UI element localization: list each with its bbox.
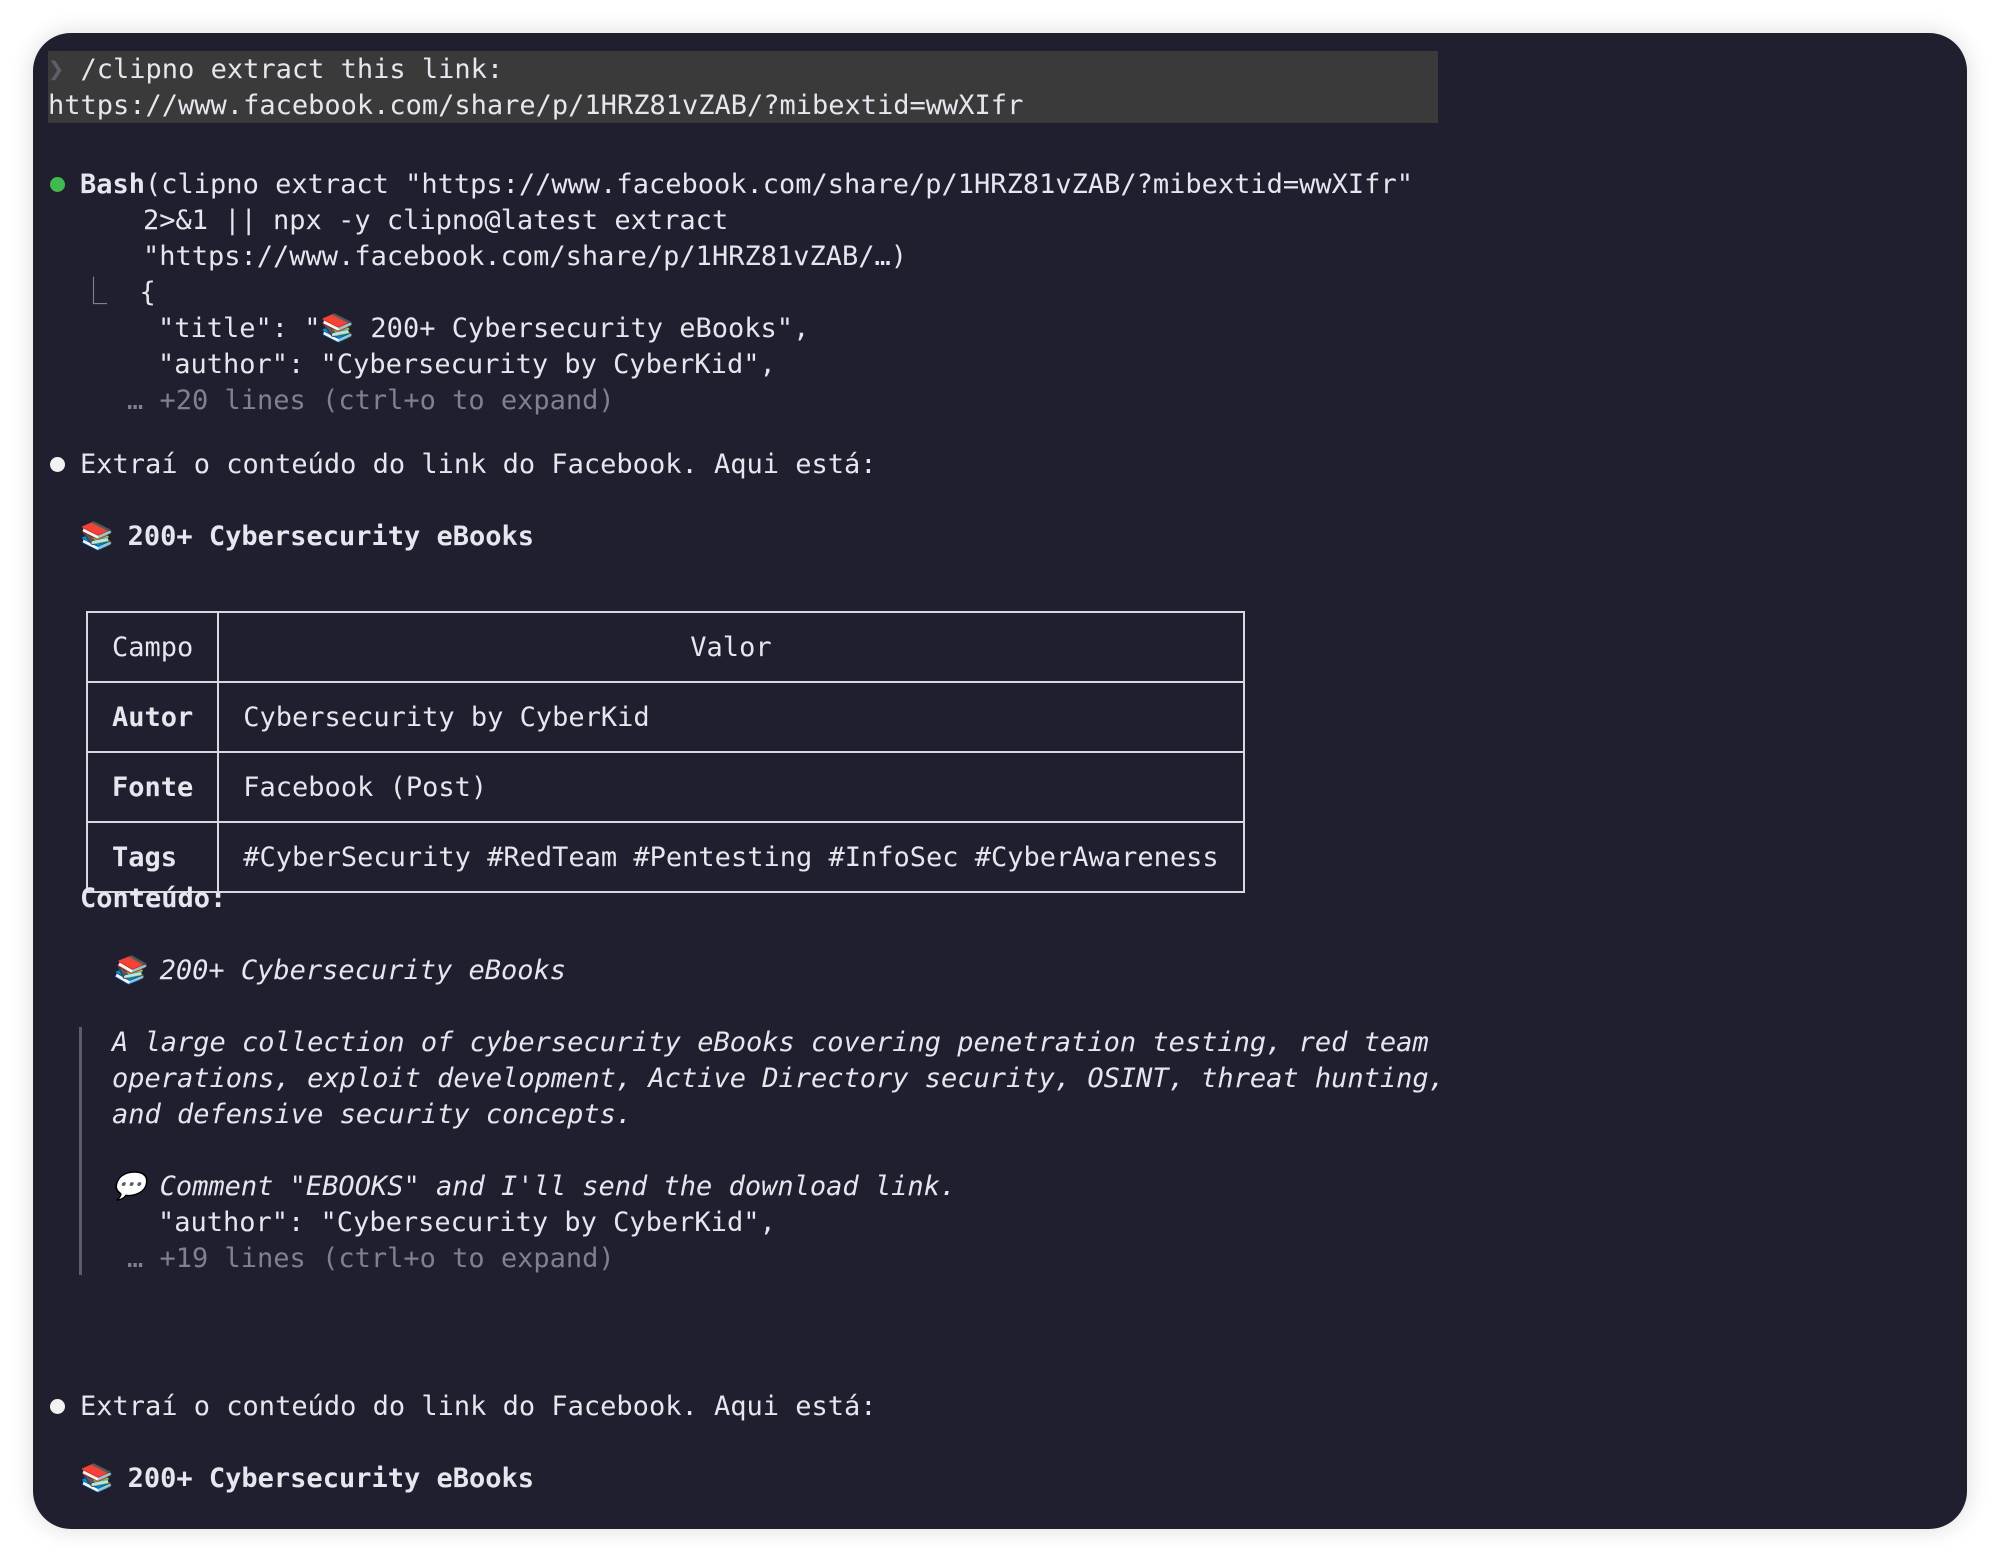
bash-output-line-1: ⎿ { xyxy=(80,275,156,311)
table-cell-key: Fonte xyxy=(85,751,220,823)
bash-output-line-3: "author": "Cybersecurity by CyberKid", xyxy=(158,349,776,380)
quote-paragraph-line-3: and defensive security concepts. xyxy=(112,1099,633,1130)
reply-text-2: Extraí o conteúdo do link do Facebook. A… xyxy=(80,1391,877,1422)
quote-comment: 💬 Comment "EBOOKS" and I'll send the down… xyxy=(112,1169,956,1205)
tree-branch-icon: ⎿ xyxy=(80,277,107,308)
table-cell-value: #CyberSecurity #RedTeam #Pentesting #Inf… xyxy=(217,821,1245,893)
reply-heading-text: 200+ Cybersecurity eBooks xyxy=(127,1463,535,1494)
content-author-line: "author": "Cybersecurity by CyberKid", xyxy=(158,1207,776,1238)
reply-heading-text: 200+ Cybersecurity eBooks xyxy=(127,521,535,552)
quote-paragraph-line-1: A large collection of cybersecurity eBoo… xyxy=(112,1027,1429,1058)
books-icon: 📚 xyxy=(80,521,114,552)
bash-command-line-1: Bash(clipno extract "https://www.faceboo… xyxy=(80,167,1413,203)
reply-heading-2: 📚 200+ Cybersecurity eBooks xyxy=(80,1461,534,1497)
reply-heading-1: 📚 200+ Cybersecurity eBooks xyxy=(80,519,534,555)
success-dot-icon xyxy=(50,177,65,192)
quote-comment-text: Comment "EBOOKS" and I'll send the downl… xyxy=(159,1171,957,1202)
reply-text-1: Extraí o conteúdo do link do Facebook. A… xyxy=(80,449,877,480)
bash-tool-label: Bash xyxy=(80,169,146,200)
user-prompt-line-2: https://www.facebook.com/share/p/1HRZ81v… xyxy=(48,90,1024,121)
table-header-campo: Campo xyxy=(85,611,220,683)
table-cell-key: Autor xyxy=(85,681,220,753)
books-icon: 📚 xyxy=(80,1463,114,1494)
quote-title: 📚 200+ Cybersecurity eBooks xyxy=(112,953,566,989)
table-row: Tags #CyberSecurity #RedTeam #Pentesting… xyxy=(85,821,1245,893)
speech-bubble-icon: 💬 xyxy=(112,1171,146,1202)
quote-title-text: 200+ Cybersecurity eBooks xyxy=(159,955,567,986)
user-prompt-text: /clipno extract this link: xyxy=(80,54,504,85)
content-label: Conteúdo: xyxy=(80,883,227,914)
user-prompt-line-1: ❯ /clipno extract this link: xyxy=(48,52,503,88)
table-row: Autor Cybersecurity by CyberKid xyxy=(85,681,1245,753)
prompt-caret-icon: ❯ xyxy=(48,54,65,85)
bash-command-line-3: "https://www.facebook.com/share/p/1HRZ81… xyxy=(143,241,908,272)
bash-output-brace: { xyxy=(139,277,156,308)
info-table: Campo Valor Autor Cybersecurity by Cyber… xyxy=(85,611,1245,893)
table-cell-value: Cybersecurity by CyberKid xyxy=(217,681,1245,753)
reply-dot-icon xyxy=(50,1399,65,1414)
table-row: Fonte Facebook (Post) xyxy=(85,751,1245,823)
expand-hint-2[interactable]: … +19 lines (ctrl+o to expand) xyxy=(127,1241,615,1277)
bash-output-line-2: "title": "📚 200+ Cybersecurity eBooks", xyxy=(158,313,810,344)
table-header-valor: Valor xyxy=(217,611,1245,683)
expand-hint-1[interactable]: … +20 lines (ctrl+o to expand) xyxy=(127,383,615,419)
table-header-row: Campo Valor xyxy=(85,611,1245,683)
quote-paragraph-line-2: operations, exploit development, Active … xyxy=(112,1063,1445,1094)
bash-command-text: (clipno extract "https://www.facebook.co… xyxy=(145,169,1413,200)
table-cell-value: Facebook (Post) xyxy=(217,751,1245,823)
books-icon: 📚 xyxy=(112,955,146,986)
reply-dot-icon xyxy=(50,457,65,472)
blockquote-bar xyxy=(79,1027,82,1275)
bash-command-line-2: 2>&1 || npx -y clipno@latest extract xyxy=(143,205,729,236)
terminal-window: ❯ /clipno extract this link: https://www… xyxy=(33,33,1967,1529)
